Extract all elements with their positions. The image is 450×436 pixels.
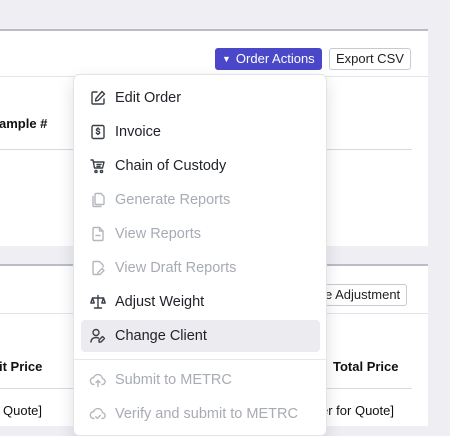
- order-actions-menu: Edit Order Invoice Chain of Custody Gene…: [73, 74, 327, 436]
- menu-item-edit-order[interactable]: Edit Order: [81, 82, 320, 114]
- pencil-square-icon: [91, 90, 106, 105]
- cloud-upload-icon: [89, 373, 106, 388]
- menu-divider: [74, 359, 326, 360]
- user-edit-icon: [90, 328, 106, 343]
- menu-item-label: Generate Reports: [115, 192, 231, 208]
- documents-icon: [92, 192, 105, 208]
- menu-item-generate-reports[interactable]: Generate Reports: [81, 184, 320, 216]
- cloud-check-icon: [89, 407, 106, 420]
- menu-item-label: View Draft Reports: [115, 260, 237, 276]
- total-price-column-header[interactable]: Total Price: [333, 359, 399, 374]
- invoice-dollar-icon: [91, 124, 105, 140]
- menu-item-label: Edit Order: [115, 90, 182, 106]
- price-adjustment-button[interactable]: e Adjustment: [318, 284, 408, 306]
- caret-down-icon: ▼: [222, 54, 231, 64]
- menu-item-invoice[interactable]: Invoice: [81, 116, 320, 148]
- menu-item-label: Change Client: [115, 328, 207, 344]
- order-actions-button[interactable]: ▼ Order Actions: [215, 48, 322, 70]
- menu-item-view-reports[interactable]: View Reports: [81, 218, 320, 250]
- menu-item-change-client[interactable]: Change Client: [81, 320, 320, 352]
- menu-item-label: Submit to METRC: [115, 372, 232, 388]
- menu-item-chain-of-custody[interactable]: Chain of Custody: [81, 150, 320, 182]
- menu-item-label: Adjust Weight: [115, 294, 205, 310]
- unit-price-cell: Quote]: [3, 403, 43, 418]
- menu-item-adjust-weight[interactable]: Adjust Weight: [81, 286, 320, 318]
- menu-item-label: Invoice: [115, 124, 161, 140]
- cart-chain-icon: [90, 159, 105, 174]
- unit-price-column-header[interactable]: it Price: [0, 359, 42, 374]
- export-csv-button[interactable]: Export CSV: [329, 48, 411, 70]
- order-actions-label: Order Actions: [235, 51, 315, 66]
- menu-item-submit-to-metrc[interactable]: Submit to METRC: [81, 364, 320, 396]
- file-edit-icon: [92, 260, 105, 276]
- menu-item-view-draft-reports[interactable]: View Draft Reports: [81, 252, 320, 284]
- menu-item-label: Chain of Custody: [115, 158, 227, 174]
- sample-number-column-header[interactable]: ample #: [0, 116, 47, 131]
- menu-item-verify-submit-metrc[interactable]: Verify and submit to METRC: [81, 398, 320, 430]
- menu-item-label: View Reports: [115, 226, 201, 242]
- file-icon: [92, 226, 104, 242]
- total-price-cell: er for Quote]: [321, 403, 394, 418]
- menu-item-label: Verify and submit to METRC: [115, 406, 298, 422]
- scale-icon: [90, 294, 106, 309]
